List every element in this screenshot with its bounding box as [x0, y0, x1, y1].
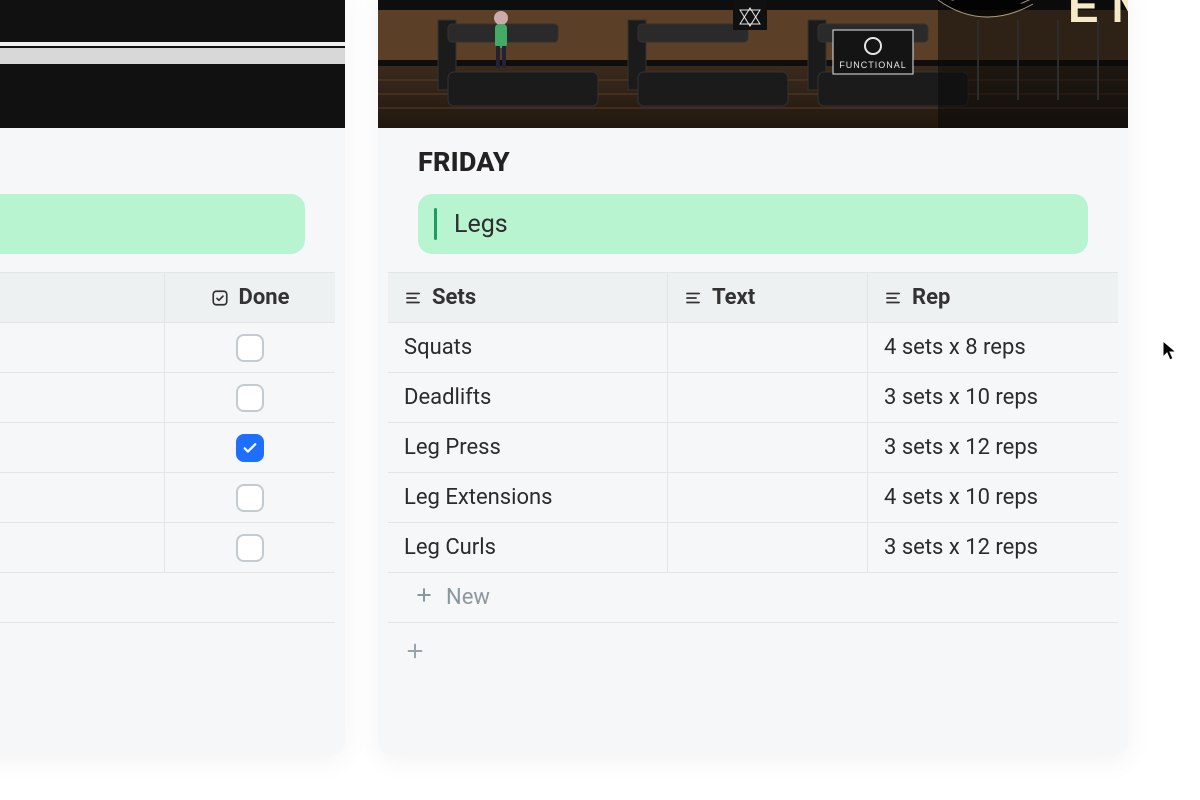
done-cell[interactable] [165, 423, 335, 472]
rep-cell[interactable]: 4 sets x 8 reps [868, 323, 1118, 372]
done-checkbox[interactable] [236, 384, 264, 412]
table-row[interactable]: x 10 reps [0, 373, 335, 423]
rep-cell[interactable]: x 10 reps [0, 373, 165, 422]
sets-cell[interactable]: Leg Curls [388, 523, 668, 572]
banner-image-left [0, 0, 345, 128]
table-row[interactable]: x 10 reps [0, 473, 335, 523]
done-checkbox[interactable] [236, 434, 264, 462]
col-rep-header[interactable]: p [0, 273, 165, 322]
done-checkbox[interactable] [236, 334, 264, 362]
workout-card-left: p Done x 8 repsx 10 repsx 12 repsx 10 re… [0, 0, 345, 755]
text-align-icon [884, 289, 902, 307]
text-cell[interactable] [668, 323, 868, 372]
exercise-table-left: p Done x 8 repsx 10 repsx 12 repsx 10 re… [0, 272, 335, 623]
col-sets-header[interactable]: Sets [388, 273, 668, 322]
add-group-button[interactable] [378, 623, 1128, 679]
rep-cell[interactable]: x 12 reps [0, 523, 165, 572]
banner-image-right: FUNCTIONAL E N [378, 0, 1128, 128]
text-cell[interactable] [668, 473, 868, 522]
done-checkbox[interactable] [236, 534, 264, 562]
add-row-button[interactable]: New [388, 573, 1118, 623]
done-checkbox[interactable] [236, 484, 264, 512]
day-title: FRIDAY [378, 128, 1128, 188]
done-cell[interactable] [165, 473, 335, 522]
rep-cell[interactable]: 3 sets x 10 reps [868, 373, 1118, 422]
rep-cell[interactable]: x 8 reps [0, 323, 165, 372]
text-align-icon [404, 289, 422, 307]
checkbox-column-icon [211, 289, 229, 307]
table-row[interactable]: x 12 reps [0, 523, 335, 573]
text-cell[interactable] [668, 373, 868, 422]
sets-cell[interactable]: Deadlifts [388, 373, 668, 422]
svg-text:E N: E N [1068, 0, 1128, 32]
table-header-row: Sets Text Rep [388, 273, 1118, 323]
rep-cell[interactable]: 3 sets x 12 reps [868, 423, 1118, 472]
plus-icon [404, 640, 426, 662]
add-row-label: New [446, 585, 490, 610]
rep-cell[interactable]: 3 sets x 12 reps [868, 523, 1118, 572]
table-row[interactable]: x 12 reps [0, 423, 335, 473]
caret-icon [434, 208, 437, 240]
done-cell[interactable] [165, 523, 335, 572]
col-done-header[interactable]: Done [165, 273, 335, 322]
col-rep-header[interactable]: Rep [868, 273, 1118, 322]
group-pill-left[interactable] [0, 194, 305, 254]
sets-cell[interactable]: Leg Extensions [388, 473, 668, 522]
group-pill[interactable]: Legs [418, 194, 1088, 254]
table-row[interactable]: Leg Curls 3 sets x 12 reps [388, 523, 1118, 573]
table-row[interactable]: Squats 4 sets x 8 reps [388, 323, 1118, 373]
table-row[interactable]: Leg Press 3 sets x 12 reps [388, 423, 1118, 473]
table-header-row: p Done [0, 273, 335, 323]
plus-icon [414, 585, 434, 611]
rep-cell[interactable]: 4 sets x 10 reps [868, 473, 1118, 522]
text-cell[interactable] [668, 523, 868, 572]
mouse-cursor-icon [1162, 340, 1178, 366]
done-cell[interactable] [165, 323, 335, 372]
text-cell[interactable] [668, 423, 868, 472]
group-pill-label: Legs [454, 210, 508, 239]
col-text-header[interactable]: Text [668, 273, 868, 322]
done-cell[interactable] [165, 373, 335, 422]
table-row-empty [0, 573, 335, 623]
exercise-table: Sets Text Rep Squats4 sets x 8 repsDeadl… [388, 272, 1118, 623]
sets-cell[interactable]: Squats [388, 323, 668, 372]
table-row[interactable]: Deadlifts 3 sets x 10 reps [388, 373, 1118, 423]
sets-cell[interactable]: Leg Press [388, 423, 668, 472]
table-row[interactable]: Leg Extensions 4 sets x 10 reps [388, 473, 1118, 523]
table-row[interactable]: x 8 reps [0, 323, 335, 373]
rep-cell[interactable]: x 12 reps [0, 423, 165, 472]
rep-cell[interactable]: x 10 reps [0, 473, 165, 522]
day-title-left [0, 128, 345, 188]
text-align-icon [684, 289, 702, 307]
workout-card-friday: FUNCTIONAL E N FRIDAY Legs [378, 0, 1128, 755]
svg-text:FUNCTIONAL: FUNCTIONAL [839, 60, 907, 70]
